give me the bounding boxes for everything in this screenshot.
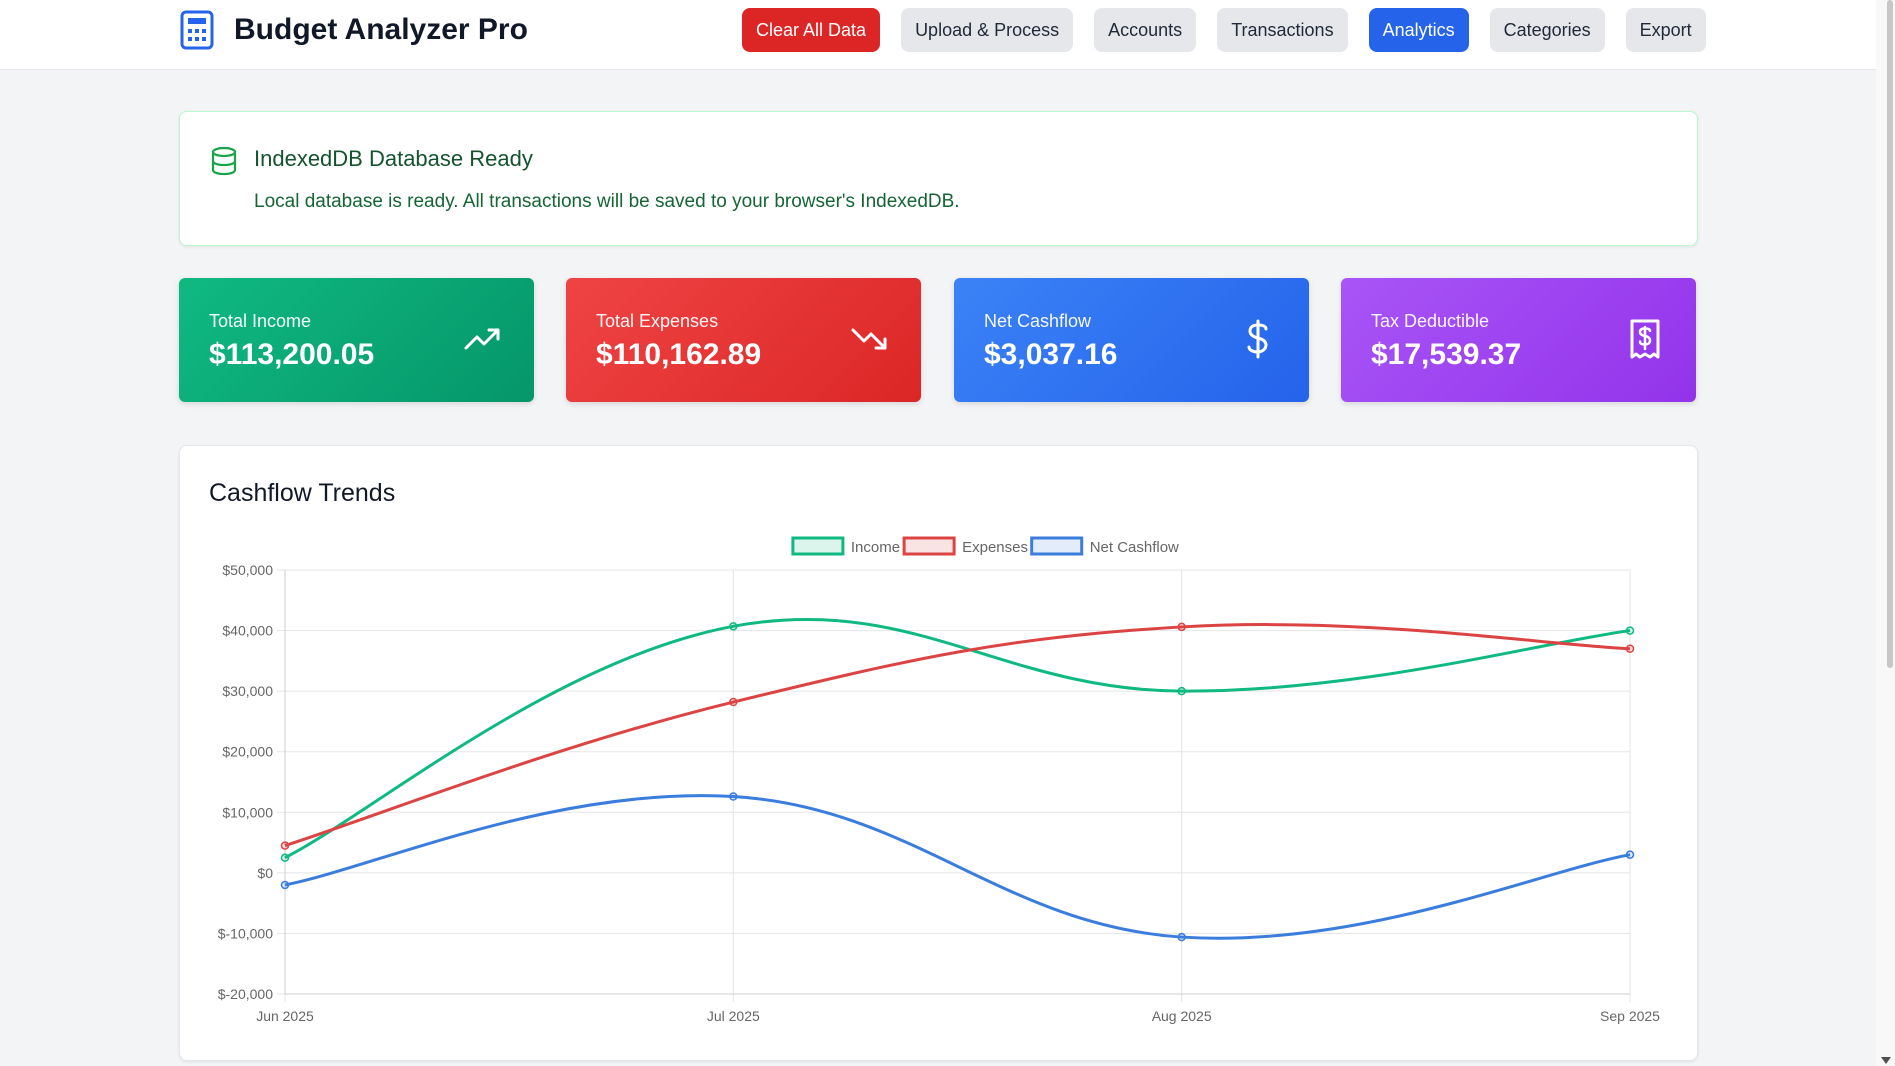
tax-deductible-card: Tax Deductible $17,539.37: [1341, 278, 1696, 402]
x-tick-label: Jul 2025: [707, 1008, 760, 1024]
income-legend-label: Income: [851, 539, 900, 556]
receipt-icon: [1630, 319, 1660, 359]
tax-deductible-label: Tax Deductible: [1371, 311, 1490, 331]
database-status-banner: IndexedDB Database Ready Local database …: [179, 111, 1698, 246]
total-expenses-card: Total Expenses $110,162.89: [566, 278, 921, 402]
net-cashflow-data-point: [1177, 932, 1186, 942]
nav-export[interactable]: Export: [1625, 8, 1706, 52]
y-tick-label: $-10,000: [218, 925, 273, 941]
page-scrollbar[interactable]: [1876, 0, 1895, 1066]
y-tick-label: $0: [257, 865, 273, 881]
net-cashflow-series-line: [284, 794, 1631, 940]
dollar-icon: [1247, 319, 1268, 359]
income-data-point: [1177, 686, 1186, 696]
net-cashflow-data-point: [729, 792, 738, 801]
top-header: Budget Analyzer Pro Clear All Data Uploa…: [0, 0, 1876, 70]
income-data-point: [280, 853, 290, 862]
income-series-line: [284, 617, 1631, 860]
expenses-data-point: [1177, 622, 1186, 632]
database-icon: [211, 146, 237, 176]
expenses-data-point: [1625, 644, 1635, 653]
scroll-down-arrow-icon[interactable]: [1881, 1057, 1891, 1064]
net-cashflow-legend-label: Net Cashflow: [1090, 539, 1179, 556]
expenses-legend-label: Expenses: [962, 539, 1028, 556]
net-cashflow-label: Net Cashflow: [984, 311, 1092, 331]
clear-all-data-button[interactable]: Clear All Data: [742, 8, 881, 52]
income-legend-swatch: [791, 536, 845, 556]
y-tick-label: $10,000: [222, 804, 273, 820]
net-cashflow-data-point: [280, 880, 290, 890]
net-cashflow-legend-swatch: [1030, 536, 1084, 556]
y-tick-label: $-20,000: [218, 986, 273, 1002]
cashflow-trends-card: Cashflow Trends $50,000 $40,000 $30,000 $20…: [179, 445, 1698, 1061]
expenses-data-point: [729, 697, 738, 707]
income-data-point: [1625, 626, 1635, 635]
total-expenses-value: $110,162.89: [596, 338, 762, 371]
total-expenses-label: Total Expenses: [596, 311, 719, 331]
expenses-legend-swatch: [902, 536, 956, 556]
y-tick-label: $50,000: [222, 562, 273, 578]
trending-up-icon: [464, 328, 500, 350]
database-status-title: IndexedDB Database Ready: [254, 146, 533, 171]
y-tick-label: $30,000: [222, 683, 273, 699]
y-tick-label: $40,000: [222, 623, 273, 639]
total-income-label: Total Income: [209, 311, 312, 331]
nav-transactions[interactable]: Transactions: [1217, 8, 1348, 52]
app-title: Budget Analyzer Pro: [234, 13, 528, 46]
brand: Budget Analyzer Pro: [180, 10, 528, 50]
total-income-card: Total Income $113,200.05: [179, 278, 534, 402]
cashflow-chart: $50,000 $40,000 $30,000 $20,000 $10,000 $0 $-1…: [218, 536, 1660, 1024]
y-tick-label: $20,000: [222, 744, 273, 760]
tax-deductible-value: $17,539.37: [1371, 338, 1522, 371]
x-tick-label: Aug 2025: [1152, 1008, 1212, 1024]
database-status-message: Local database is ready. All transaction…: [254, 191, 960, 212]
nav-upload-process[interactable]: Upload & Process: [901, 8, 1074, 52]
nav-analytics[interactable]: Analytics: [1368, 8, 1469, 52]
main-nav: Clear All Data Upload & Process Accounts…: [742, 8, 1706, 52]
net-cashflow-value: $3,037.16: [984, 338, 1118, 371]
nav-accounts[interactable]: Accounts: [1094, 8, 1197, 52]
x-tick-label: Sep 2025: [1600, 1008, 1660, 1024]
net-cashflow-data-point: [1625, 850, 1635, 859]
scrollbar-thumb[interactable]: [1887, 0, 1893, 668]
x-tick-label: Jun 2025: [256, 1008, 314, 1024]
net-cashflow-card: Net Cashflow $3,037.16: [954, 278, 1309, 402]
income-data-point: [729, 622, 738, 631]
nav-categories[interactable]: Categories: [1489, 8, 1605, 52]
calculator-icon: [180, 10, 214, 50]
trending-down-icon: [851, 328, 887, 350]
expenses-data-point: [280, 841, 290, 850]
total-income-value: $113,200.05: [209, 338, 375, 371]
